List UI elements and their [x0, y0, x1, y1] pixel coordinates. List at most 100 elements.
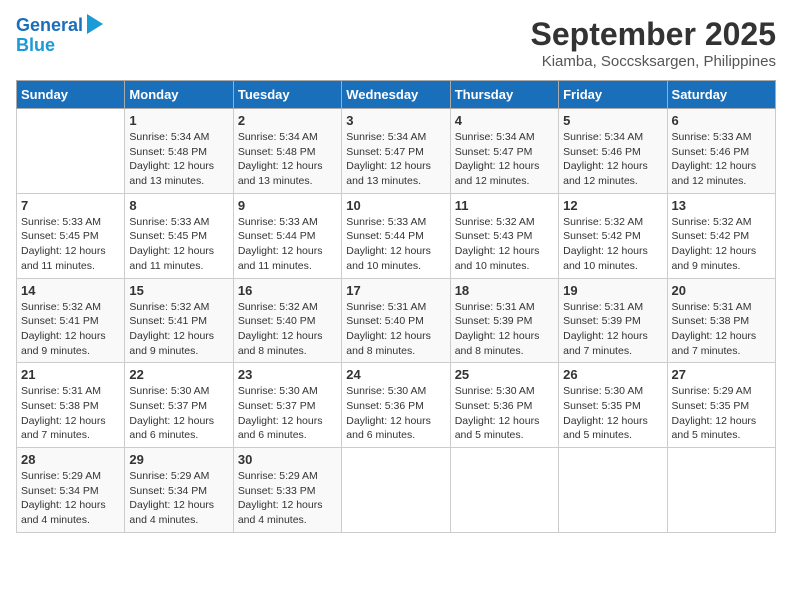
calendar-table: SundayMondayTuesdayWednesdayThursdayFrid… [16, 80, 776, 533]
header-cell-thursday: Thursday [450, 81, 558, 109]
day-number: 30 [238, 452, 337, 467]
day-number: 19 [563, 283, 662, 298]
calendar-cell [342, 448, 450, 533]
logo-arrow-icon [87, 14, 103, 34]
day-detail: Sunrise: 5:33 AM Sunset: 5:45 PM Dayligh… [129, 215, 228, 274]
day-detail: Sunrise: 5:30 AM Sunset: 5:37 PM Dayligh… [129, 384, 228, 443]
day-detail: Sunrise: 5:29 AM Sunset: 5:35 PM Dayligh… [672, 384, 771, 443]
calendar-cell: 3Sunrise: 5:34 AM Sunset: 5:47 PM Daylig… [342, 109, 450, 194]
calendar-cell: 18 Sunrise: 5:31 AM Sunset: 5:39 PM Dayli… [450, 278, 558, 363]
calendar-cell: 13 Sunrise: 5:32 AM Sunset: 5:42 PM Dayli… [667, 193, 775, 278]
day-number: 24 [346, 367, 445, 382]
header-cell-wednesday: Wednesday [342, 81, 450, 109]
calendar-cell: 22 Sunrise: 5:30 AM Sunset: 5:37 PM Dayli… [125, 363, 233, 448]
day-detail: Sunrise: 5:34 AM Sunset: 5:46 PM Dayligh… [563, 130, 662, 189]
month-title: September 2025 [531, 16, 776, 53]
calendar-cell: 30 Sunrise: 5:29 AM Sunset: 5:33 PM Dayli… [233, 448, 341, 533]
day-number: 11 [455, 198, 554, 213]
calendar-cell: 14 Sunrise: 5:32 AM Sunset: 5:41 PM Dayli… [17, 278, 125, 363]
calendar-cell: 26 Sunrise: 5:30 AM Sunset: 5:35 PM Dayli… [559, 363, 667, 448]
day-detail: Sunrise: 5:32 AM Sunset: 5:40 PM Dayligh… [238, 300, 337, 359]
calendar-cell: 9Sunrise: 5:33 AM Sunset: 5:44 PM Daylig… [233, 193, 341, 278]
day-detail: Sunrise: 5:33 AM Sunset: 5:44 PM Dayligh… [238, 215, 337, 274]
day-detail: Sunrise: 5:32 AM Sunset: 5:41 PM Dayligh… [129, 300, 228, 359]
calendar-cell: 15 Sunrise: 5:32 AM Sunset: 5:41 PM Dayli… [125, 278, 233, 363]
day-detail: Sunrise: 5:29 AM Sunset: 5:33 PM Dayligh… [238, 469, 337, 528]
day-number: 22 [129, 367, 228, 382]
calendar-week-0: 1 Sunrise: 5:34 AM Sunset: 5:48 PM Daylig… [17, 109, 776, 194]
calendar-week-4: 28Sunrise: 5:29 AM Sunset: 5:34 PM Dayli… [17, 448, 776, 533]
calendar-cell: 11Sunrise: 5:32 AM Sunset: 5:43 PM Dayli… [450, 193, 558, 278]
logo: General Blue [16, 16, 103, 56]
day-number: 27 [672, 367, 771, 382]
day-number: 3 [346, 113, 445, 128]
calendar-week-2: 14 Sunrise: 5:32 AM Sunset: 5:41 PM Dayli… [17, 278, 776, 363]
calendar-cell: 19Sunrise: 5:31 AM Sunset: 5:39 PM Dayli… [559, 278, 667, 363]
day-number: 6 [672, 113, 771, 128]
calendar-week-3: 21 Sunrise: 5:31 AM Sunset: 5:38 PM Dayli… [17, 363, 776, 448]
calendar-cell: 4Sunrise: 5:34 AM Sunset: 5:47 PM Daylig… [450, 109, 558, 194]
calendar-cell: 28Sunrise: 5:29 AM Sunset: 5:34 PM Dayli… [17, 448, 125, 533]
day-number: 10 [346, 198, 445, 213]
day-detail: Sunrise: 5:33 AM Sunset: 5:45 PM Dayligh… [21, 215, 120, 274]
day-number: 18 [455, 283, 554, 298]
day-detail: Sunrise: 5:31 AM Sunset: 5:40 PM Dayligh… [346, 300, 445, 359]
day-detail: Sunrise: 5:30 AM Sunset: 5:36 PM Dayligh… [346, 384, 445, 443]
calendar-cell [17, 109, 125, 194]
day-detail: Sunrise: 5:30 AM Sunset: 5:35 PM Dayligh… [563, 384, 662, 443]
day-number: 1 [129, 113, 228, 128]
day-number: 21 [21, 367, 120, 382]
calendar-cell: 10 Sunrise: 5:33 AM Sunset: 5:44 PM Dayli… [342, 193, 450, 278]
day-detail: Sunrise: 5:33 AM Sunset: 5:44 PM Dayligh… [346, 215, 445, 274]
header: General Blue September 2025 Kiamba, Socc… [16, 16, 776, 70]
day-detail: Sunrise: 5:32 AM Sunset: 5:41 PM Dayligh… [21, 300, 120, 359]
calendar-cell [559, 448, 667, 533]
calendar-cell: 7 Sunrise: 5:33 AM Sunset: 5:45 PM Daylig… [17, 193, 125, 278]
day-number: 5 [563, 113, 662, 128]
day-number: 23 [238, 367, 337, 382]
header-cell-friday: Friday [559, 81, 667, 109]
day-number: 20 [672, 283, 771, 298]
day-number: 2 [238, 113, 337, 128]
header-cell-saturday: Saturday [667, 81, 775, 109]
title-area: September 2025 Kiamba, Soccsksargen, Phi… [531, 16, 776, 70]
calendar-cell: 12 Sunrise: 5:32 AM Sunset: 5:42 PM Dayli… [559, 193, 667, 278]
calendar-cell: 24 Sunrise: 5:30 AM Sunset: 5:36 PM Dayli… [342, 363, 450, 448]
logo-text: General [16, 16, 83, 36]
calendar-header-row: SundayMondayTuesdayWednesdayThursdayFrid… [17, 81, 776, 109]
day-number: 25 [455, 367, 554, 382]
day-detail: Sunrise: 5:33 AM Sunset: 5:46 PM Dayligh… [672, 130, 771, 189]
day-number: 26 [563, 367, 662, 382]
day-number: 17 [346, 283, 445, 298]
day-detail: Sunrise: 5:30 AM Sunset: 5:36 PM Dayligh… [455, 384, 554, 443]
calendar-cell: 17 Sunrise: 5:31 AM Sunset: 5:40 PM Dayli… [342, 278, 450, 363]
day-number: 4 [455, 113, 554, 128]
day-number: 14 [21, 283, 120, 298]
day-number: 13 [672, 198, 771, 213]
calendar-cell: 25 Sunrise: 5:30 AM Sunset: 5:36 PM Dayli… [450, 363, 558, 448]
calendar-cell [450, 448, 558, 533]
calendar-cell [667, 448, 775, 533]
day-number: 7 [21, 198, 120, 213]
calendar-cell: 5 Sunrise: 5:34 AM Sunset: 5:46 PM Daylig… [559, 109, 667, 194]
calendar-body: 1 Sunrise: 5:34 AM Sunset: 5:48 PM Daylig… [17, 109, 776, 533]
day-detail: Sunrise: 5:31 AM Sunset: 5:38 PM Dayligh… [21, 384, 120, 443]
day-detail: Sunrise: 5:32 AM Sunset: 5:42 PM Dayligh… [563, 215, 662, 274]
day-number: 12 [563, 198, 662, 213]
header-cell-tuesday: Tuesday [233, 81, 341, 109]
calendar-week-1: 7 Sunrise: 5:33 AM Sunset: 5:45 PM Daylig… [17, 193, 776, 278]
day-number: 29 [129, 452, 228, 467]
calendar-cell: 27 Sunrise: 5:29 AM Sunset: 5:35 PM Dayli… [667, 363, 775, 448]
calendar-cell: 2 Sunrise: 5:34 AM Sunset: 5:48 PM Daylig… [233, 109, 341, 194]
day-detail: Sunrise: 5:31 AM Sunset: 5:39 PM Dayligh… [455, 300, 554, 359]
day-detail: Sunrise: 5:32 AM Sunset: 5:42 PM Dayligh… [672, 215, 771, 274]
calendar-cell: 1Sunrise: 5:34 AM Sunset: 5:48 PM Daylig… [125, 109, 233, 194]
day-number: 15 [129, 283, 228, 298]
day-number: 16 [238, 283, 337, 298]
header-cell-sunday: Sunday [17, 81, 125, 109]
day-detail: Sunrise: 5:34 AM Sunset: 5:48 PM Dayligh… [238, 130, 337, 189]
header-cell-monday: Monday [125, 81, 233, 109]
calendar-cell: 20 Sunrise: 5:31 AM Sunset: 5:38 PM Dayli… [667, 278, 775, 363]
calendar-cell: 16 Sunrise: 5:32 AM Sunset: 5:40 PM Dayli… [233, 278, 341, 363]
day-detail: Sunrise: 5:31 AM Sunset: 5:38 PM Dayligh… [672, 300, 771, 359]
